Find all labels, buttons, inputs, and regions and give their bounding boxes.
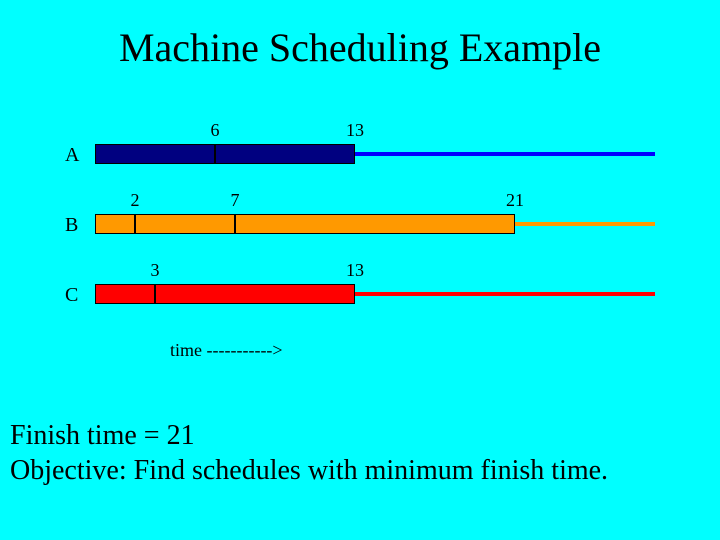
job-a2 xyxy=(215,144,355,164)
job-b3-end-label: 21 xyxy=(506,190,524,211)
job-c2-end-label: 13 xyxy=(346,260,364,281)
job-a1 xyxy=(95,144,215,164)
job-c1 xyxy=(95,284,155,304)
machine-label-a: A xyxy=(65,144,79,167)
job-a2-end-label: 13 xyxy=(346,120,364,141)
machine-row-c: C 3 13 xyxy=(95,260,655,320)
finish-time-text: Finish time = 21 xyxy=(10,420,195,452)
slide: Machine Scheduling Example A 6 13 B 2 7 … xyxy=(0,0,720,540)
job-c1-end-label: 3 xyxy=(151,260,160,281)
job-b1 xyxy=(95,214,135,234)
slide-title: Machine Scheduling Example xyxy=(0,24,720,71)
job-b2 xyxy=(135,214,235,234)
objective-text: Objective: Find schedules with minimum f… xyxy=(10,455,608,487)
job-c2 xyxy=(155,284,355,304)
machine-row-a: A 6 13 xyxy=(95,120,655,180)
machine-label-b: B xyxy=(65,214,78,237)
machine-row-b: B 2 7 21 xyxy=(95,190,655,250)
job-b1-end-label: 2 xyxy=(131,190,140,211)
gantt-chart: A 6 13 B 2 7 21 C 3 13 xyxy=(95,120,655,330)
job-b3 xyxy=(235,214,515,234)
machine-label-c: C xyxy=(65,284,78,307)
time-axis-label: time -----------> xyxy=(170,340,283,361)
job-a1-end-label: 6 xyxy=(211,120,220,141)
job-b2-end-label: 7 xyxy=(231,190,240,211)
